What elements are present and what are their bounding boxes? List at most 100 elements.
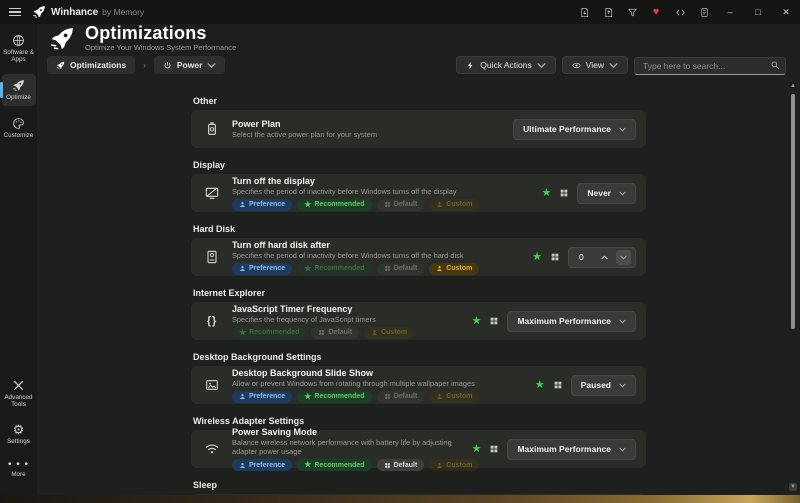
breadcrumb-optimizations[interactable]: Optimizations: [47, 56, 135, 74]
stepper-down-button[interactable]: [616, 250, 631, 265]
grid-icon[interactable]: [550, 252, 560, 262]
scrollbar-thumb[interactable]: [791, 94, 795, 329]
sidebar-item-more[interactable]: • • • More: [2, 456, 36, 483]
setting-card-turn-off-display: Turn off the display Specifies the perio…: [191, 174, 646, 212]
filter-button[interactable]: [620, 0, 644, 24]
quick-actions-button[interactable]: Quick Actions: [456, 56, 556, 74]
power-saving-dropdown[interactable]: Maximum Performance: [507, 439, 636, 460]
setting-description: Allow or prevent Windows from rotating t…: [232, 379, 524, 388]
quick-actions-label: Quick Actions: [480, 60, 532, 70]
sidebar-item-label: Customize: [4, 132, 34, 139]
code-icon: [675, 7, 686, 18]
section-header-display: Display: [193, 160, 646, 170]
code-braces-icon: {}: [203, 312, 221, 330]
setting-card-hard-disk: Turn off hard disk after Specifies the p…: [191, 238, 646, 276]
hamburger-menu-button[interactable]: [0, 0, 30, 24]
grid-icon[interactable]: [489, 316, 499, 326]
sidebar-item-software-apps[interactable]: Software & Apps: [2, 29, 36, 68]
import-config-button[interactable]: [572, 0, 596, 24]
scrollbar-down-arrow[interactable]: ▼: [789, 483, 797, 491]
preference-badge[interactable]: Preference: [232, 263, 292, 275]
app-name: Winhance: [51, 7, 98, 18]
recommended-badge[interactable]: ★ Recommended: [297, 459, 371, 471]
save-config-button[interactable]: [596, 0, 620, 24]
default-badge[interactable]: Default: [377, 263, 425, 275]
recommended-badge[interactable]: ★ Recommended: [297, 391, 371, 403]
preference-badge[interactable]: Preference: [232, 459, 292, 471]
slide-show-dropdown[interactable]: Paused: [571, 375, 636, 396]
recommended-badge[interactable]: ★ Recommended: [297, 263, 371, 275]
badge-row: Preference ★ Recommended Default: [232, 391, 524, 403]
sidebar-item-optimize[interactable]: Optimize: [2, 74, 36, 106]
hamburger-icon: [9, 6, 21, 18]
custom-badge[interactable]: Custom: [429, 459, 479, 471]
preference-badge[interactable]: Preference: [232, 391, 292, 403]
grid-icon[interactable]: [489, 444, 499, 454]
maximize-button[interactable]: □: [744, 0, 772, 24]
titlebar: Winhance by Memory ♥: [0, 0, 800, 24]
favorite-star-icon[interactable]: ★: [541, 188, 551, 199]
stepper-up-button[interactable]: [597, 250, 612, 265]
code-button[interactable]: [668, 0, 692, 24]
grid-icon: [384, 393, 391, 400]
tools-icon: [12, 379, 25, 392]
chevron-down-icon: [609, 61, 618, 70]
page-subtitle: Optimize Your Windows System Performance: [85, 43, 236, 52]
dropdown-value: Maximum Performance: [517, 444, 611, 454]
custom-badge[interactable]: Custom: [429, 391, 479, 403]
default-badge[interactable]: Default: [377, 459, 425, 471]
person-icon: [239, 462, 246, 469]
setting-title: Power Plan: [232, 119, 502, 129]
badge-label: Preference: [249, 265, 285, 272]
log-button[interactable]: [692, 0, 716, 24]
preference-badge[interactable]: Preference: [232, 199, 292, 211]
sidebar-item-customize[interactable]: Customize: [2, 112, 36, 144]
app-logo-rocket-icon: [32, 5, 46, 19]
setting-card-sleep: [191, 494, 646, 495]
search-input[interactable]: [634, 57, 786, 75]
default-badge[interactable]: Default: [377, 199, 425, 211]
minimize-button[interactable]: –: [716, 0, 744, 24]
grid-icon[interactable]: [559, 188, 569, 198]
badge-label: Preference: [249, 201, 285, 208]
sidebar-item-label: Advanced Tools: [3, 394, 35, 408]
lightning-icon: [466, 61, 475, 70]
settings-content: Other Power Plan Select the active power…: [37, 78, 800, 495]
close-button[interactable]: ✕: [772, 0, 800, 24]
power-plan-dropdown[interactable]: Ultimate Performance: [513, 119, 636, 140]
js-timer-dropdown[interactable]: Maximum Performance: [507, 311, 636, 332]
scrollbar-up-arrow[interactable]: ▲: [789, 82, 797, 90]
badge-row: Preference ★ Recommended Default: [232, 459, 461, 471]
sidebar-item-advanced-tools[interactable]: Advanced Tools: [2, 374, 36, 413]
setting-title: JavaScript Timer Frequency: [232, 304, 461, 314]
favorite-star-icon[interactable]: ★: [535, 380, 545, 391]
custom-badge[interactable]: Custom: [429, 199, 479, 211]
custom-badge[interactable]: Custom: [364, 327, 414, 339]
default-badge[interactable]: Default: [311, 327, 359, 339]
display-timeout-dropdown[interactable]: Never: [577, 183, 636, 204]
stepper-value[interactable]: 0: [579, 252, 593, 262]
favorite-star-icon[interactable]: ★: [532, 252, 542, 263]
power-icon: [163, 61, 172, 70]
grid-icon[interactable]: [553, 380, 563, 390]
grid-icon: [384, 265, 391, 272]
rocket-icon: [12, 79, 25, 92]
view-button[interactable]: View: [562, 56, 628, 74]
sidebar-item-settings[interactable]: ⚙ Settings: [2, 419, 36, 450]
favorite-star-icon[interactable]: ★: [472, 444, 482, 455]
dropdown-value: Maximum Performance: [517, 316, 611, 326]
page-rocket-icon: [47, 26, 77, 52]
setting-card-power-saving-mode: Power Saving Mode Balance wireless netwo…: [191, 430, 646, 468]
breadcrumb-power-dropdown[interactable]: Power: [154, 56, 226, 74]
default-badge[interactable]: Default: [377, 391, 425, 403]
donate-button[interactable]: ♥: [644, 0, 668, 24]
person-icon: [436, 201, 443, 208]
recommended-badge[interactable]: ★ Recommended: [297, 199, 371, 211]
setting-description: Balance wireless network performance wit…: [232, 438, 461, 456]
search-box: [634, 56, 786, 74]
recommended-badge[interactable]: ★ Recommended: [232, 327, 306, 339]
chevron-down-icon: [619, 127, 626, 132]
custom-badge[interactable]: Custom: [429, 263, 479, 275]
badge-label: Default: [394, 201, 418, 208]
favorite-star-icon[interactable]: ★: [472, 316, 482, 327]
